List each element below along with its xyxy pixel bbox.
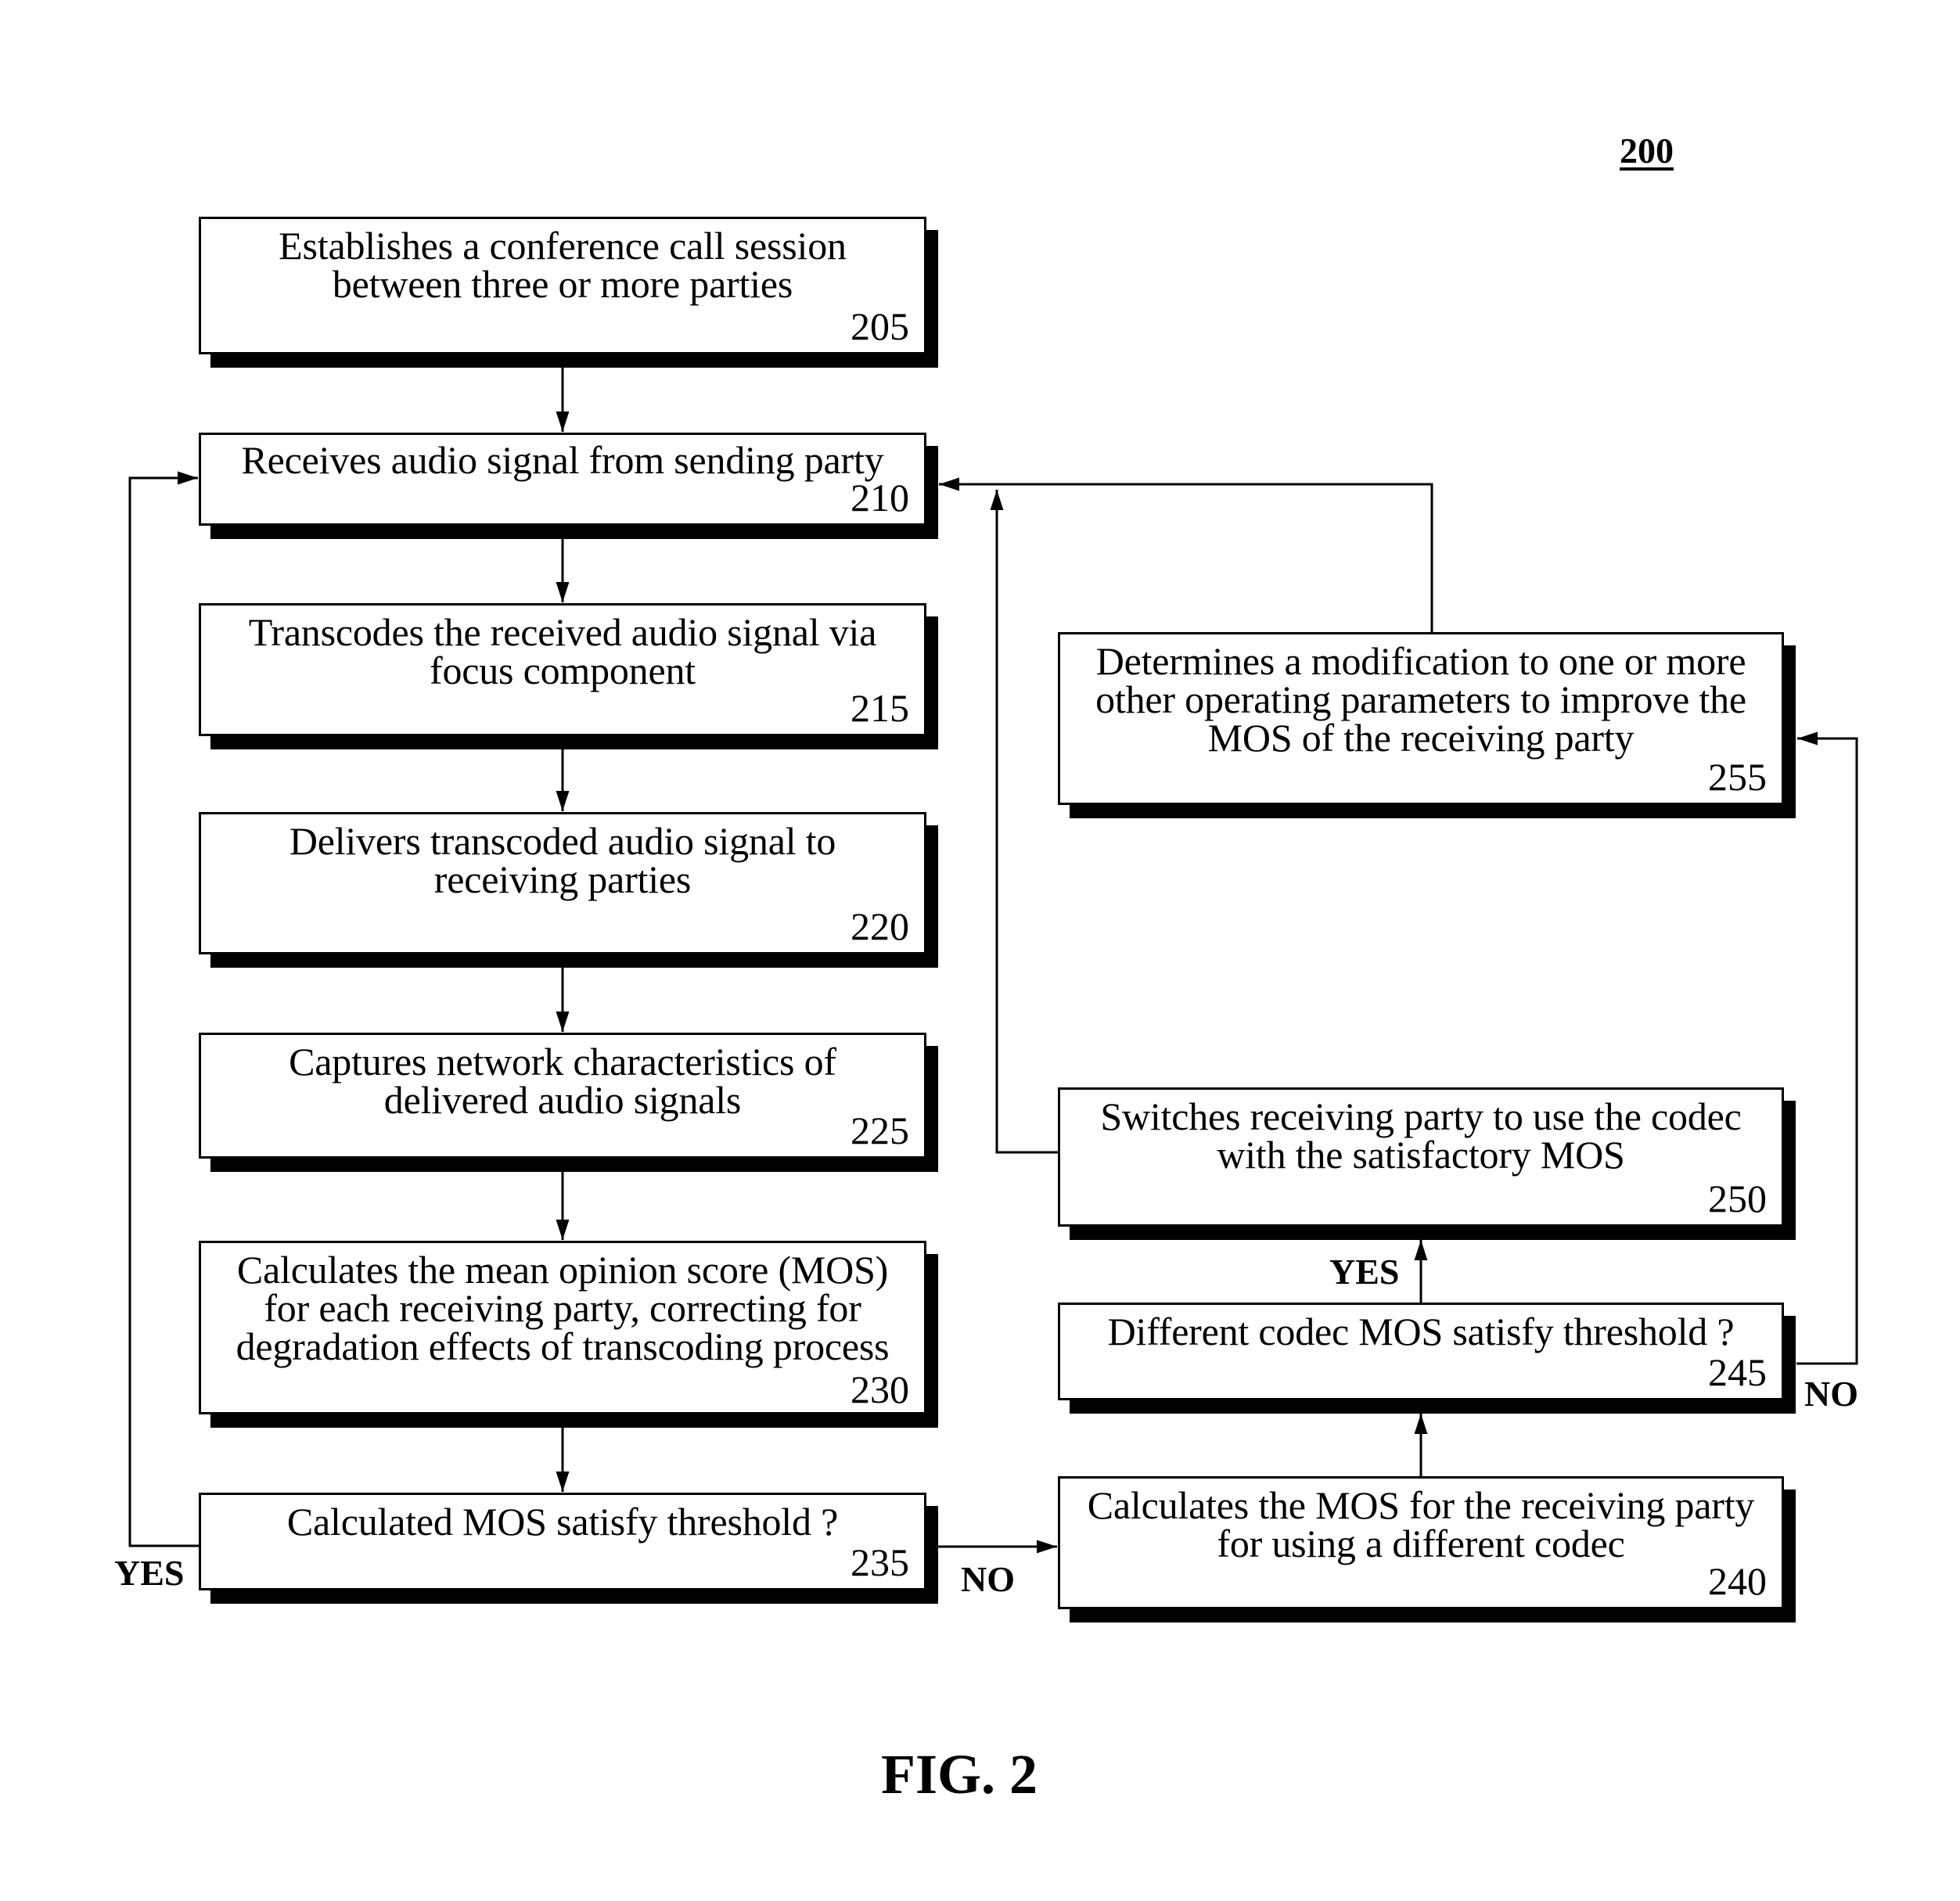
- step-210-number: 210: [851, 476, 909, 519]
- step-240-text: Calculates the MOS for the receiving par…: [1060, 1486, 1782, 1563]
- step-245-decision-box[interactable]: Different codec MOS satisfy threshold ? …: [1058, 1303, 1784, 1400]
- step-240-line-2: for using a different codec: [1217, 1522, 1625, 1565]
- step-205-line-1: Establishes a conference call session: [279, 224, 847, 268]
- step-230-number: 230: [851, 1367, 909, 1411]
- step-220-box[interactable]: Delivers transcoded audio signal to rece…: [199, 812, 926, 954]
- step-245-number: 245: [1708, 1350, 1767, 1394]
- step-205-box[interactable]: Establishes a conference call session be…: [199, 217, 926, 354]
- arrow-235-yes-to-210: [128, 471, 199, 1547]
- step-205-number: 205: [851, 304, 909, 348]
- step-245-text: Different codec MOS satisfy threshold ?: [1060, 1310, 1782, 1353]
- step-220-line-1: Delivers transcoded audio signal to: [289, 819, 836, 863]
- step-255-line-2: other operating parameters to improve th…: [1095, 677, 1746, 721]
- step-235-text: Calculated MOS satisfy threshold ?: [201, 1500, 924, 1543]
- step-225-line-2: delivered audio signals: [383, 1078, 742, 1122]
- step-255-number: 255: [1708, 755, 1767, 799]
- step-250-line-1: Switches receiving party to use the code…: [1100, 1094, 1742, 1138]
- step-210-text: Receives audio signal from sending party: [201, 438, 924, 482]
- step-225-box[interactable]: Captures network characteristics of deli…: [199, 1033, 926, 1159]
- step-230-box[interactable]: Calculates the mean opinion score (MOS) …: [199, 1241, 926, 1414]
- step-225-line-1: Captures network characteristics of: [289, 1040, 836, 1083]
- step-250-number: 250: [1708, 1177, 1767, 1220]
- step-220-number: 220: [851, 904, 909, 948]
- step-210-box[interactable]: Receives audio signal from sending party…: [199, 433, 926, 526]
- step-230-text: Calculates the mean opinion score (MOS) …: [201, 1248, 924, 1368]
- step-245-line-1: Different codec MOS satisfy threshold ?: [1107, 1310, 1735, 1353]
- flowchart-diagram: 200 Establishes a conference call sessio…: [0, 0, 1960, 1901]
- step-215-text: Transcodes the received audio signal via…: [201, 613, 924, 690]
- step-240-line-1: Calculates the MOS for the receiving par…: [1087, 1483, 1755, 1527]
- step-215-box[interactable]: Transcodes the received audio signal via…: [199, 603, 926, 736]
- step-215-line-2: focus component: [430, 649, 696, 692]
- step-250-line-2: with the satisfactory MOS: [1217, 1133, 1625, 1177]
- step-240-box[interactable]: Calculates the MOS for the receiving par…: [1058, 1476, 1784, 1609]
- step-205-line-2: between three or more parties: [332, 262, 793, 306]
- step-225-number: 225: [851, 1109, 909, 1152]
- step-255-text: Determines a modification to one or more…: [1060, 639, 1782, 760]
- step-230-line-3: degradation effects of transcoding proce…: [236, 1324, 890, 1368]
- step-230-line-2: for each receiving party, correcting for: [264, 1286, 861, 1330]
- step-220-line-2: receiving parties: [433, 857, 692, 901]
- figure-caption: FIG. 2: [881, 1743, 1038, 1806]
- step-215-number: 215: [851, 686, 909, 730]
- arrow-250-to-210: [990, 490, 1058, 1154]
- step-230-line-1: Calculates the mean opinion score (MOS): [236, 1248, 889, 1292]
- figure-reference-number: 200: [1620, 131, 1674, 171]
- step-210-line-1: Receives audio signal from sending party: [241, 438, 884, 482]
- step-235-decision-box[interactable]: Calculated MOS satisfy threshold ? 235: [199, 1493, 926, 1590]
- arrow-245-no-to-255: [1796, 731, 1858, 1365]
- step-240-number: 240: [1708, 1559, 1767, 1603]
- step-225-text: Captures network characteristics of deli…: [201, 1040, 924, 1122]
- step-220-text: Delivers transcoded audio signal to rece…: [201, 819, 924, 901]
- step-250-text: Switches receiving party to use the code…: [1060, 1094, 1782, 1177]
- step-255-box[interactable]: Determines a modification to one or more…: [1058, 632, 1784, 805]
- step-205-text: Establishes a conference call session be…: [201, 224, 924, 306]
- step-255-line-1: Determines a modification to one or more: [1095, 639, 1746, 683]
- step-250-box[interactable]: Switches receiving party to use the code…: [1058, 1087, 1784, 1227]
- edge-label-235-yes: YES: [114, 1553, 185, 1593]
- edge-label-245-yes: YES: [1329, 1252, 1400, 1292]
- edge-label-235-no: NO: [961, 1559, 1015, 1599]
- edge-label-245-no: NO: [1804, 1374, 1858, 1414]
- step-235-number: 235: [851, 1540, 909, 1584]
- step-215-line-1: Transcodes the received audio signal via: [248, 610, 877, 654]
- step-255-line-3: MOS of the receiving party: [1207, 716, 1635, 760]
- arrow-255-to-210: [939, 477, 1433, 632]
- step-235-line-1: Calculated MOS satisfy threshold ?: [286, 1500, 839, 1543]
